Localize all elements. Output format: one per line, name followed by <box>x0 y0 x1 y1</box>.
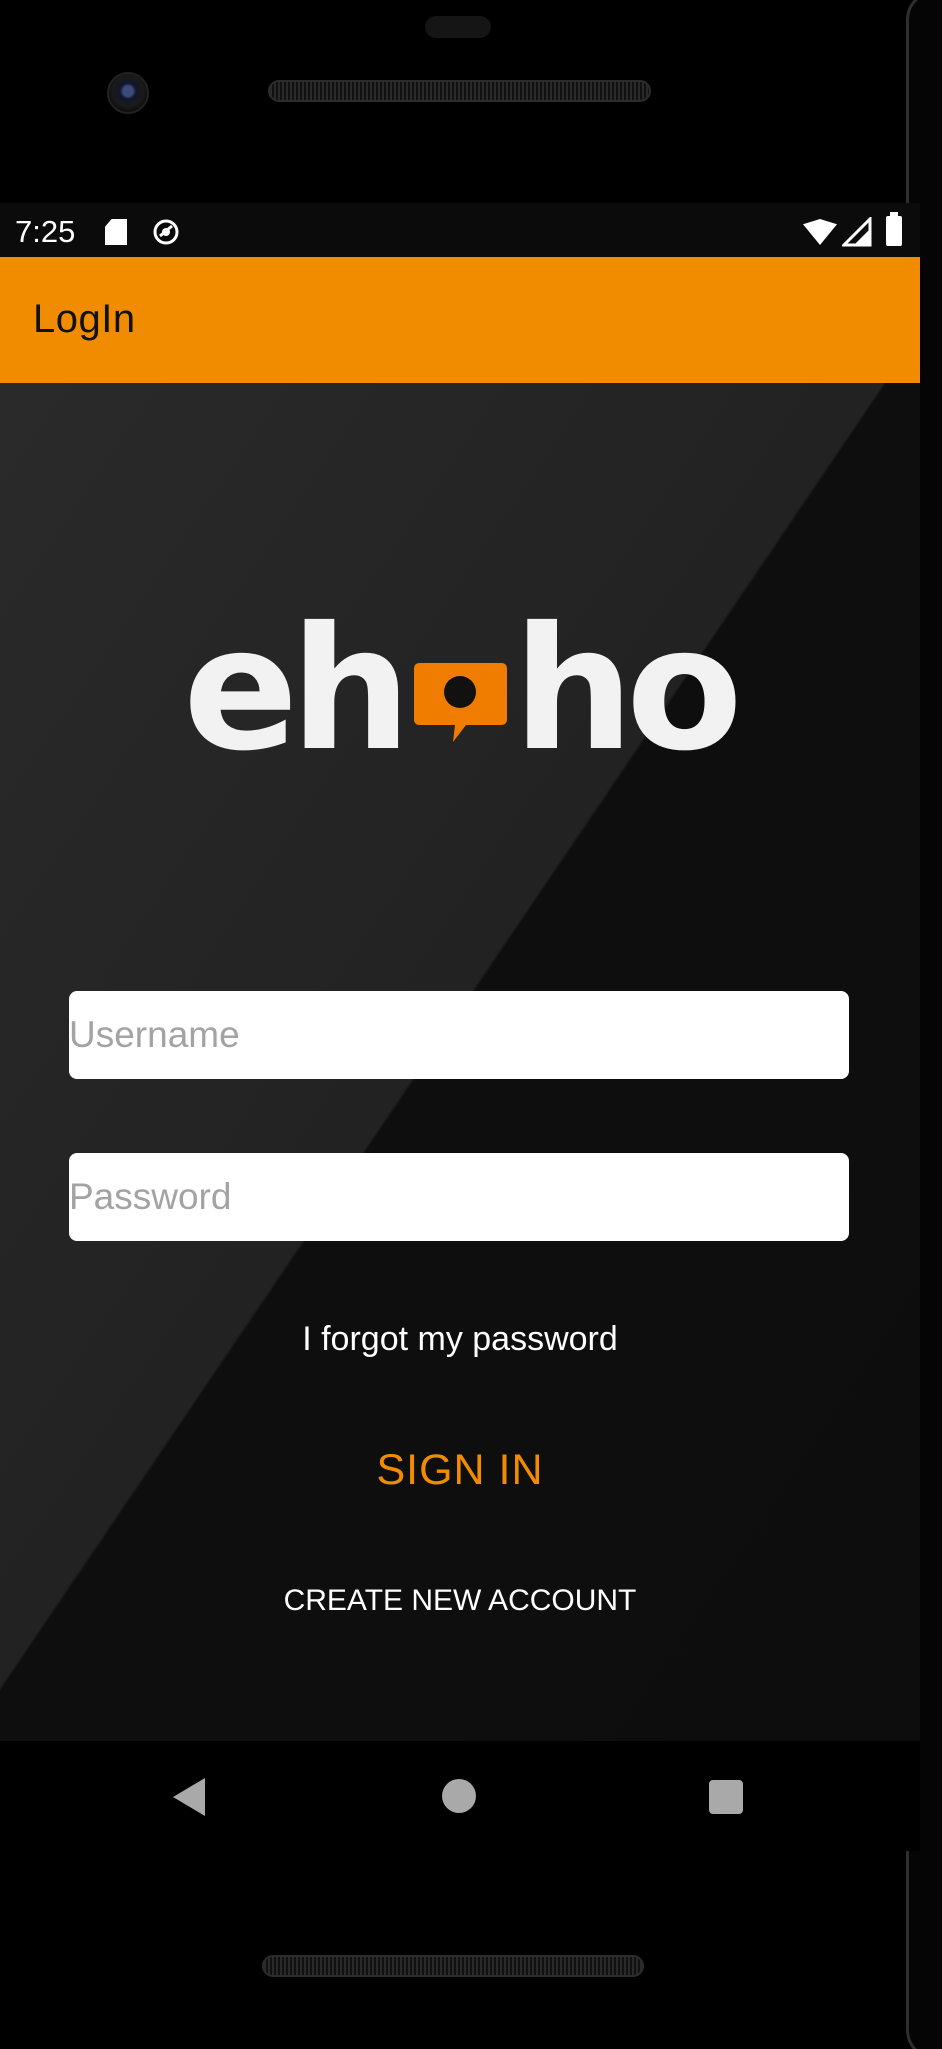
home-icon[interactable] <box>442 1779 476 1813</box>
back-icon[interactable] <box>173 1778 205 1816</box>
top-sensor <box>425 16 491 38</box>
create-account-button[interactable]: CREATE NEW ACCOUNT <box>0 1584 920 1618</box>
app-bar: LogIn <box>0 257 920 383</box>
forgot-password-link[interactable]: I forgot my password <box>0 1320 920 1359</box>
sign-in-button[interactable]: SIGN IN <box>0 1446 920 1495</box>
earpiece-speaker <box>268 80 651 102</box>
password-input[interactable] <box>69 1153 849 1241</box>
logo-text-left: eh <box>183 611 403 761</box>
recents-icon[interactable] <box>709 1780 743 1814</box>
sync-icon <box>153 219 179 245</box>
speech-bubble-icon <box>414 663 507 742</box>
bottom-speaker <box>262 1955 644 1977</box>
username-input[interactable] <box>69 991 849 1079</box>
front-camera <box>107 72 149 114</box>
login-content: eh ho I forgot my password SIGN IN CREAT… <box>0 383 920 1741</box>
logo-text-right: ho <box>513 611 736 761</box>
status-bar: 7:25 <box>0 203 920 257</box>
battery-icon <box>886 212 902 246</box>
status-time: 7:25 <box>15 214 76 249</box>
sd-card-icon <box>105 219 127 245</box>
wifi-icon <box>803 219 837 245</box>
signal-icon <box>842 217 872 247</box>
navigation-bar <box>0 1741 920 1851</box>
ehoho-logo: eh ho <box>183 611 743 761</box>
device-frame: 7:25 LogIn eh ho I forgot my password <box>0 0 942 2049</box>
app-title: LogIn <box>33 297 136 341</box>
